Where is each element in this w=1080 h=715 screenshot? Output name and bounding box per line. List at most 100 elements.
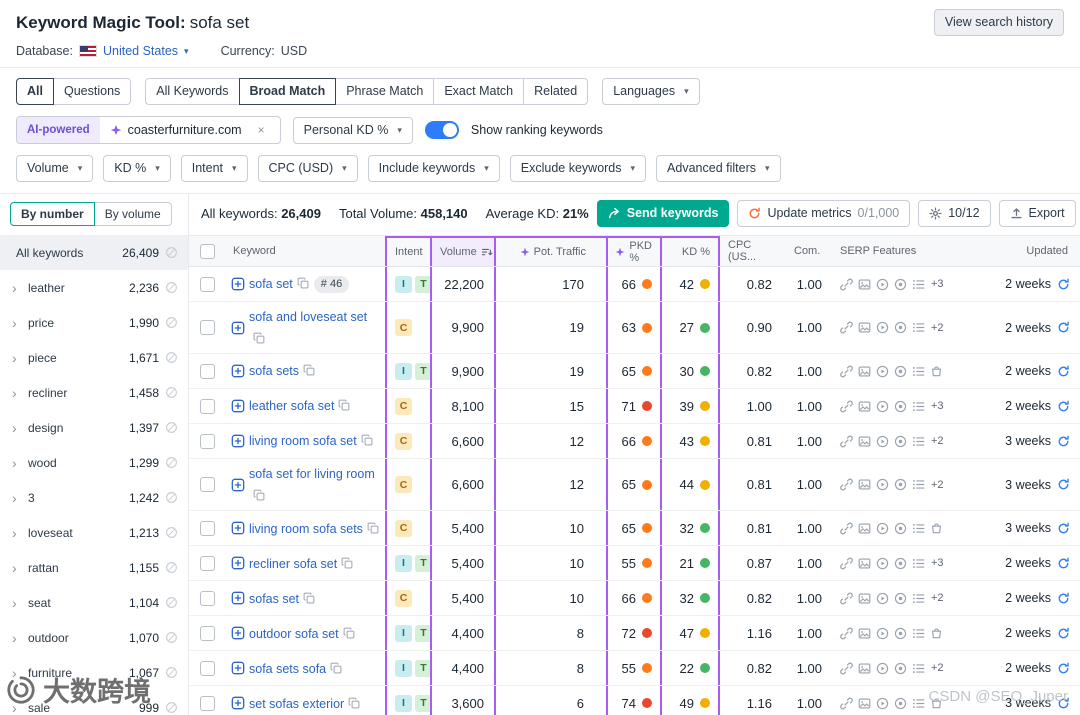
refresh-icon[interactable]	[1057, 321, 1070, 334]
update-metrics-button[interactable]: Update metrics 0/1,000	[737, 200, 910, 227]
refresh-icon[interactable]	[1057, 365, 1070, 378]
chevron-right-icon[interactable]: ›	[12, 421, 22, 435]
clear-domain-icon[interactable]: ×	[258, 123, 265, 137]
copy-icon[interactable]	[338, 399, 350, 411]
copy-icon[interactable]	[361, 434, 373, 446]
col-header-volume[interactable]: Volume	[430, 236, 494, 266]
copy-icon[interactable]	[348, 697, 360, 709]
copy-icon[interactable]	[297, 277, 309, 289]
row-checkbox[interactable]	[200, 696, 215, 711]
exclude-group-icon[interactable]	[165, 596, 178, 609]
exclude-group-icon[interactable]	[165, 631, 178, 644]
keyword-link[interactable]: sofas set	[249, 592, 299, 606]
tab-all-keywords[interactable]: All Keywords	[145, 78, 239, 105]
exclude-group-icon[interactable]	[165, 351, 178, 364]
col-header-updated[interactable]: Updated	[950, 236, 1080, 266]
add-to-list-icon[interactable]	[231, 661, 245, 675]
ai-domain-input[interactable]: AI-powered coasterfurniture.com ×	[16, 116, 281, 144]
col-header-serp-features[interactable]: SERP Features	[832, 236, 950, 266]
col-header-kd[interactable]: KD %	[660, 236, 720, 266]
tab-related[interactable]: Related	[523, 78, 588, 105]
tab-questions[interactable]: Questions	[53, 78, 131, 105]
add-to-list-icon[interactable]	[231, 696, 245, 710]
col-header-com[interactable]: Com.	[786, 236, 832, 266]
row-checkbox[interactable]	[200, 364, 215, 379]
keyword-link[interactable]: sofa set	[249, 277, 293, 291]
chevron-right-icon[interactable]: ›	[12, 561, 22, 575]
filter-volume[interactable]: Volume▾	[16, 155, 93, 182]
keyword-link[interactable]: sofa sets sofa	[249, 662, 326, 676]
sidebar-group-piece[interactable]: ›piece1,671	[0, 340, 188, 375]
add-to-list-icon[interactable]	[231, 591, 245, 605]
refresh-icon[interactable]	[1057, 592, 1070, 605]
add-to-list-icon[interactable]	[231, 626, 245, 640]
add-to-list-icon[interactable]	[231, 556, 245, 570]
sidebar-group-design[interactable]: ›design1,397	[0, 410, 188, 445]
add-to-list-icon[interactable]	[231, 399, 245, 413]
send-keywords-button[interactable]: Send keywords	[597, 200, 730, 227]
row-checkbox[interactable]	[200, 399, 215, 414]
chevron-right-icon[interactable]: ›	[12, 456, 22, 470]
keyword-link[interactable]: sofa and loveseat set	[249, 310, 367, 324]
keyword-link[interactable]: set sofas exterior	[249, 697, 344, 711]
sidebar-group-seat[interactable]: ›seat1,104	[0, 585, 188, 620]
copy-icon[interactable]	[303, 364, 315, 376]
sidebar-group-price[interactable]: ›price1,990	[0, 305, 188, 340]
copy-icon[interactable]	[343, 627, 355, 639]
refresh-icon[interactable]	[1057, 662, 1070, 675]
keyword-link[interactable]: recliner sofa set	[249, 557, 337, 571]
filter-cpc-usd[interactable]: CPC (USD)▾	[258, 155, 358, 182]
tab-all[interactable]: All	[16, 78, 54, 105]
refresh-icon[interactable]	[1057, 522, 1070, 535]
sidebar-group-wood[interactable]: ›wood1,299	[0, 445, 188, 480]
sidebar-group-3[interactable]: ›31,242	[0, 480, 188, 515]
add-to-list-icon[interactable]	[231, 434, 245, 448]
select-all-checkbox[interactable]	[200, 244, 215, 259]
col-header-cpc[interactable]: CPC (US...	[720, 236, 786, 266]
manage-columns-button[interactable]: 10/12	[918, 200, 990, 227]
copy-icon[interactable]	[303, 592, 315, 604]
row-checkbox[interactable]	[200, 434, 215, 449]
keyword-link[interactable]: sofa sets	[249, 364, 299, 378]
export-button[interactable]: Export	[999, 200, 1076, 227]
refresh-icon[interactable]	[1057, 278, 1070, 291]
chevron-right-icon[interactable]: ›	[12, 351, 22, 365]
sidebar-group-rattan[interactable]: ›rattan1,155	[0, 550, 188, 585]
chevron-right-icon[interactable]: ›	[12, 666, 22, 680]
add-to-list-icon[interactable]	[231, 478, 245, 492]
tab-broad-match[interactable]: Broad Match	[239, 78, 337, 105]
exclude-group-icon[interactable]	[165, 456, 178, 469]
sidebar-group-outdoor[interactable]: ›outdoor1,070	[0, 620, 188, 655]
exclude-group-icon[interactable]	[165, 386, 178, 399]
tab-phrase-match[interactable]: Phrase Match	[335, 78, 434, 105]
exclude-group-icon[interactable]	[165, 666, 178, 679]
sidebar-all-keywords[interactable]: All keywords26,409	[0, 235, 188, 270]
chevron-right-icon[interactable]: ›	[12, 701, 22, 715]
keyword-link[interactable]: outdoor sofa set	[249, 627, 339, 641]
filter-advanced-filters[interactable]: Advanced filters▾	[656, 155, 780, 182]
row-checkbox[interactable]	[200, 320, 215, 335]
copy-icon[interactable]	[330, 662, 342, 674]
chevron-right-icon[interactable]: ›	[12, 526, 22, 540]
row-checkbox[interactable]	[200, 521, 215, 536]
database-selector[interactable]: United States▾	[103, 44, 189, 58]
tab-exact-match[interactable]: Exact Match	[433, 78, 524, 105]
sidebar-group-recliner[interactable]: ›recliner1,458	[0, 375, 188, 410]
chevron-right-icon[interactable]: ›	[12, 316, 22, 330]
row-checkbox[interactable]	[200, 661, 215, 676]
filter-kd-%[interactable]: KD %▾	[103, 155, 170, 182]
show-ranking-toggle[interactable]	[425, 121, 459, 139]
sidebar-group-leather[interactable]: ›leather2,236	[0, 270, 188, 305]
filter-intent[interactable]: Intent▾	[181, 155, 248, 182]
refresh-icon[interactable]	[1057, 435, 1070, 448]
filter-include-keywords[interactable]: Include keywords▾	[368, 155, 500, 182]
refresh-icon[interactable]	[1057, 697, 1070, 710]
sidebar-group-furniture[interactable]: ›furniture1,067	[0, 655, 188, 690]
copy-icon[interactable]	[341, 557, 353, 569]
chevron-right-icon[interactable]: ›	[12, 281, 22, 295]
exclude-group-icon[interactable]	[165, 246, 178, 259]
refresh-icon[interactable]	[1057, 478, 1070, 491]
row-checkbox[interactable]	[200, 477, 215, 492]
keyword-link[interactable]: leather sofa set	[249, 399, 334, 413]
view-search-history-button[interactable]: View search history	[934, 9, 1064, 36]
